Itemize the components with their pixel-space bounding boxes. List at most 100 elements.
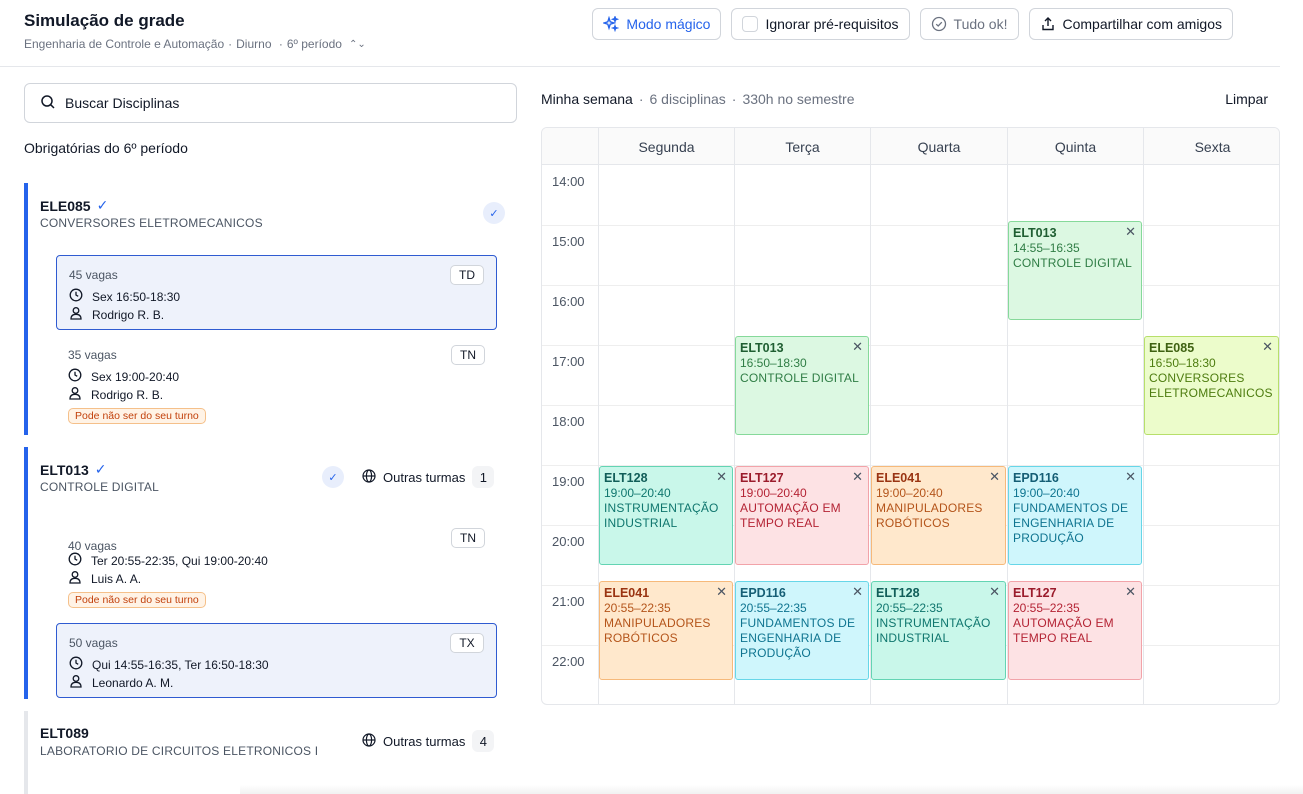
other-sections-button[interactable]: Outras turmas 1 <box>362 466 495 488</box>
vagas-count: 40 vagas <box>68 539 117 553</box>
user-icon <box>68 386 82 403</box>
bottom-edge-shadow <box>240 785 1303 794</box>
clock-icon <box>68 552 82 569</box>
event-block[interactable]: ELE085 16:50–18:30 CONVERSORES ELETROMEC… <box>1144 336 1279 435</box>
separator-dot: · <box>731 91 737 107</box>
event-block[interactable]: ELT128 19:00–20:40 INSTRUMENTAÇÃO INDUST… <box>599 466 733 565</box>
selected-check-icon[interactable]: ✓ <box>322 466 344 488</box>
ignore-prereq-label: Ignorar pré-requisitos <box>765 16 899 32</box>
event-time: 20:55–22:35 <box>876 601 943 615</box>
event-time: 16:50–18:30 <box>1149 356 1216 370</box>
event-name: CONVERSORES ELETROMECANICOS <box>1149 371 1273 400</box>
teacher-name: Luis A. A. <box>91 571 142 586</box>
course-code-text: ELT013 <box>40 461 89 478</box>
schedule-text: Ter 20:55-22:35, Qui 19:00-20:40 <box>91 553 268 568</box>
section-option-selected[interactable]: 45 vagas TD Sex 16:50-18:30 Rodrigo R. B… <box>56 255 497 330</box>
check-circle-icon <box>931 16 947 32</box>
hour-label: 17:00 <box>552 354 585 369</box>
event-time: 20:55–22:35 <box>604 601 671 615</box>
event-block[interactable]: EPD116 19:00–20:40 FUNDAMENTOS DE ENGENH… <box>1008 466 1142 565</box>
search-input[interactable]: Buscar Disciplinas <box>24 83 517 123</box>
event-block[interactable]: ELT127 19:00–20:40 AUTOMAÇÃO EM TEMPO RE… <box>735 466 869 565</box>
close-icon[interactable]: ✕ <box>989 469 1000 485</box>
user-icon <box>68 570 82 587</box>
course-code: ELT013 ✓ <box>40 461 107 478</box>
other-sections-button[interactable]: Outras turmas 4 <box>362 730 495 752</box>
close-icon[interactable]: ✕ <box>1125 224 1136 240</box>
event-block[interactable]: ELT127 20:55–22:35 AUTOMAÇÃO EM TEMPO RE… <box>1008 581 1142 680</box>
teacher-name: Leonardo A. M. <box>92 675 174 690</box>
day-header-thursday: Quinta <box>1007 128 1143 165</box>
event-code: ELT013 <box>740 341 784 355</box>
clear-button[interactable]: Limpar <box>1225 91 1268 107</box>
week-calendar: Segunda Terça Quarta Quinta Sexta 14:00 … <box>541 127 1280 705</box>
event-name: CONTROLE DIGITAL <box>740 371 859 385</box>
ignore-prereq-toggle[interactable]: Ignorar pré-requisitos <box>731 8 910 40</box>
event-code: EPD116 <box>740 586 786 600</box>
hour-label: 14:00 <box>552 174 585 189</box>
event-name: AUTOMAÇÃO EM TEMPO REAL <box>740 501 841 530</box>
course-name: CONVERSORES ELETROMECANICOS <box>40 216 263 230</box>
schedule-row: Ter 20:55-22:35, Qui 19:00-20:40 <box>68 552 268 569</box>
status-button[interactable]: Tudo ok! <box>919 8 1019 40</box>
event-block[interactable]: ELE041 19:00–20:40 MANIPULADORES ROBÓTIC… <box>871 466 1006 565</box>
event-block[interactable]: ELE041 20:55–22:35 MANIPULADORES ROBÓTIC… <box>599 581 733 680</box>
day-header-wednesday: Quarta <box>870 128 1007 165</box>
event-code: ELE041 <box>876 471 922 485</box>
turno-badge: TN <box>451 345 485 365</box>
event-time: 19:00–20:40 <box>740 486 807 500</box>
schedule-text: Sex 19:00-20:40 <box>91 369 180 384</box>
ignore-prereq-checkbox[interactable] <box>742 16 759 32</box>
event-code: ELE041 <box>604 586 650 600</box>
close-icon[interactable]: ✕ <box>1262 339 1273 355</box>
magic-mode-button[interactable]: Modo mágico <box>592 8 722 40</box>
hour-label: 16:00 <box>552 294 585 309</box>
event-block[interactable]: EPD116 20:55–22:35 FUNDAMENTOS DE ENGENH… <box>735 581 869 680</box>
week-title: Minha semana <box>541 91 633 107</box>
shift-warning-badge: Pode não ser do seu turno <box>68 408 206 424</box>
selected-check-icon[interactable]: ✓ <box>483 202 505 224</box>
event-block[interactable]: ELT013 14:55–16:35 CONTROLE DIGITAL ✕ <box>1008 221 1142 320</box>
close-icon[interactable]: ✕ <box>716 584 727 600</box>
section-option-selected[interactable]: 50 vagas TX Qui 14:55-16:35, Ter 16:50-1… <box>56 623 497 698</box>
share-button[interactable]: Compartilhar com amigos <box>1028 8 1233 40</box>
day-header-monday: Segunda <box>598 128 734 165</box>
close-icon[interactable]: ✕ <box>852 469 863 485</box>
event-name: CONTROLE DIGITAL <box>1013 256 1132 270</box>
close-icon[interactable]: ✕ <box>989 584 1000 600</box>
event-time: 20:55–22:35 <box>1013 601 1080 615</box>
teacher-row: Luis A. A. <box>68 570 141 587</box>
status-label: Tudo ok! <box>953 16 1008 32</box>
section-option[interactable]: 40 vagas TN Ter 20:55-22:35, Qui 19:00-2… <box>56 527 497 622</box>
close-icon[interactable]: ✕ <box>716 469 727 485</box>
turno-badge: TD <box>450 265 484 285</box>
vagas-count: 50 vagas <box>69 636 118 650</box>
event-code: EPD116 <box>1013 471 1059 485</box>
course-selector[interactable]: Engenharia de Controle e Automação · Diu… <box>24 37 366 51</box>
course-code-text: ELE085 <box>40 197 91 214</box>
event-time: 19:00–20:40 <box>604 486 671 500</box>
search-placeholder: Buscar Disciplinas <box>65 95 180 111</box>
schedule-row: Sex 19:00-20:40 <box>68 368 179 385</box>
checkmark-icon: ✓ <box>94 461 107 477</box>
sparkles-icon <box>603 16 620 32</box>
close-icon[interactable]: ✕ <box>852 584 863 600</box>
course-code: ELE085 ✓ <box>40 197 108 214</box>
toolbar: Modo mágico Ignorar pré-requisitos Tudo … <box>592 8 1233 40</box>
event-block[interactable]: ELT013 16:50–18:30 CONTROLE DIGITAL ✕ <box>735 336 869 435</box>
hour-label: 19:00 <box>552 474 585 489</box>
vagas-count: 35 vagas <box>68 348 117 362</box>
close-icon[interactable]: ✕ <box>852 339 863 355</box>
schedule-row: Qui 14:55-16:35, Ter 16:50-18:30 <box>69 656 269 673</box>
hour-label: 18:00 <box>552 414 585 429</box>
hour-label: 22:00 <box>552 654 585 669</box>
event-block[interactable]: ELT128 20:55–22:35 INSTRUMENTAÇÃO INDUST… <box>871 581 1006 680</box>
course-name: Engenharia de Controle e Automação <box>24 37 225 51</box>
section-option[interactable]: 35 vagas TN Sex 19:00-20:40 Rodrigo R. B… <box>56 336 497 431</box>
clock-icon <box>69 656 83 673</box>
close-icon[interactable]: ✕ <box>1125 584 1136 600</box>
teacher-name: Rodrigo R. B. <box>92 307 165 322</box>
other-sections-label: Outras turmas <box>383 733 466 749</box>
close-icon[interactable]: ✕ <box>1125 469 1136 485</box>
user-icon <box>69 674 83 691</box>
